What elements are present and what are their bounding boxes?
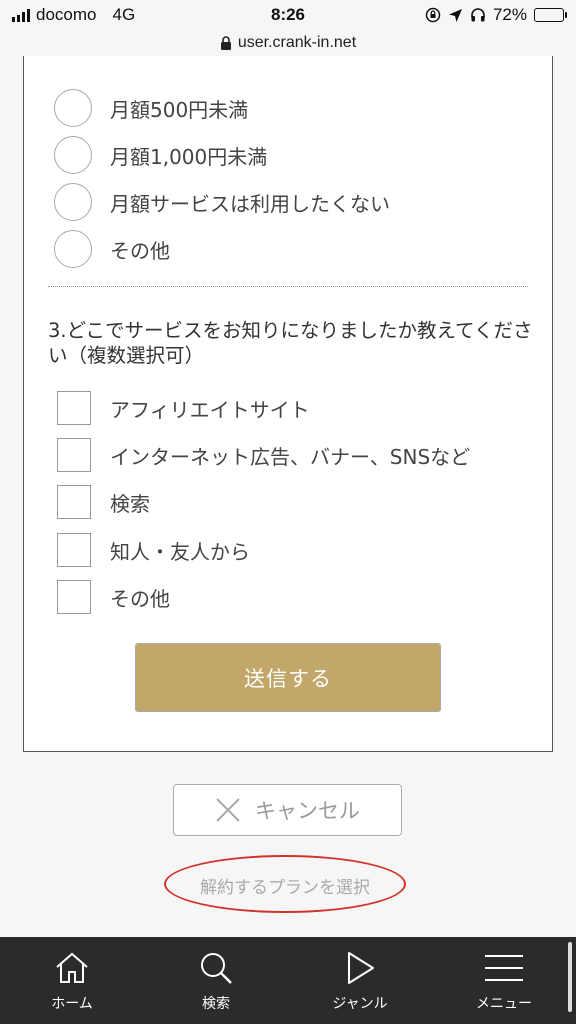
lock-icon — [220, 36, 231, 50]
carrier-name: docomo — [36, 5, 97, 24]
radio-option[interactable]: 月額1,000円未満 — [54, 135, 267, 175]
headphones-icon — [471, 8, 485, 22]
radio-option[interactable]: 月額500円未満 — [54, 88, 248, 128]
radio-button[interactable] — [54, 136, 92, 174]
close-icon — [216, 798, 240, 822]
nav-menu[interactable]: メニュー — [432, 937, 576, 1024]
status-bar: docomo 4G 8:26 72% — [0, 0, 576, 30]
checkbox-option[interactable]: その他 — [57, 579, 170, 615]
option-label: その他 — [110, 586, 170, 611]
option-label: アフィリエイトサイト — [110, 397, 310, 422]
address-bar[interactable]: user.crank-in.net — [0, 30, 576, 56]
checkbox[interactable] — [57, 438, 91, 472]
nav-label: ジャンル — [332, 996, 388, 1012]
option-label: その他 — [110, 238, 170, 263]
checkbox[interactable] — [57, 485, 91, 519]
checkbox[interactable] — [57, 580, 91, 614]
url-text: user.crank-in.net — [237, 34, 357, 51]
section-divider — [48, 286, 528, 287]
home-icon — [56, 952, 88, 983]
submit-button[interactable]: 送信する — [135, 643, 441, 712]
menu-icon — [485, 955, 523, 981]
survey-form: 月額500円未満 月額1,000円未満 月額サービスは利用したくない その他 3… — [23, 56, 553, 752]
question-3-text: 3.どこでサービスをお知りになりましたか教えてください（複数選択可） — [48, 319, 533, 367]
nav-genre[interactable]: ジャンル — [288, 937, 432, 1024]
checkbox[interactable] — [57, 533, 91, 567]
radio-button[interactable] — [54, 230, 92, 268]
nav-home[interactable]: ホーム — [0, 937, 144, 1024]
search-icon — [201, 953, 232, 984]
option-label: 月額500円未満 — [110, 97, 249, 122]
location-icon — [448, 8, 462, 22]
orientation-lock-icon — [425, 7, 441, 23]
checkbox-option[interactable]: 検索 — [57, 484, 150, 520]
radio-option[interactable]: その他 — [54, 229, 170, 269]
status-right: 72% — [425, 5, 567, 25]
radio-button[interactable] — [54, 183, 92, 221]
annotation-circle — [164, 855, 406, 913]
radio-option[interactable]: 月額サービスは利用したくない — [54, 182, 390, 222]
nav-label: メニュー — [476, 996, 532, 1012]
cancel-button[interactable]: キャンセル — [173, 784, 402, 836]
bottom-nav: ホーム 検索 ジャンル メニュー — [0, 937, 576, 1024]
nav-label: 検索 — [202, 996, 230, 1012]
network-type: 4G — [112, 5, 136, 24]
play-icon — [348, 952, 374, 984]
checkbox-option[interactable]: アフィリエイトサイト — [57, 390, 310, 426]
option-label: 月額サービスは利用したくない — [110, 191, 390, 216]
option-label: インターネット広告、バナー、SNSなど — [110, 444, 471, 469]
option-label: 検索 — [110, 491, 150, 516]
checkbox-option[interactable]: 知人・友人から — [57, 532, 250, 568]
signal-icon — [12, 8, 30, 22]
option-label: 月額1,000円未満 — [110, 144, 268, 169]
option-label: 知人・友人から — [110, 539, 250, 564]
scrollbar[interactable] — [568, 942, 572, 1012]
checkbox-option[interactable]: インターネット広告、バナー、SNSなど — [57, 437, 470, 473]
battery-percent: 72% — [492, 5, 527, 24]
checkbox[interactable] — [57, 391, 91, 425]
nav-label: ホーム — [51, 996, 93, 1012]
nav-search[interactable]: 検索 — [144, 937, 288, 1024]
radio-button[interactable] — [54, 89, 92, 127]
status-left: docomo 4G — [12, 5, 135, 25]
battery-icon — [534, 8, 567, 22]
cancel-label: キャンセル — [255, 799, 360, 823]
